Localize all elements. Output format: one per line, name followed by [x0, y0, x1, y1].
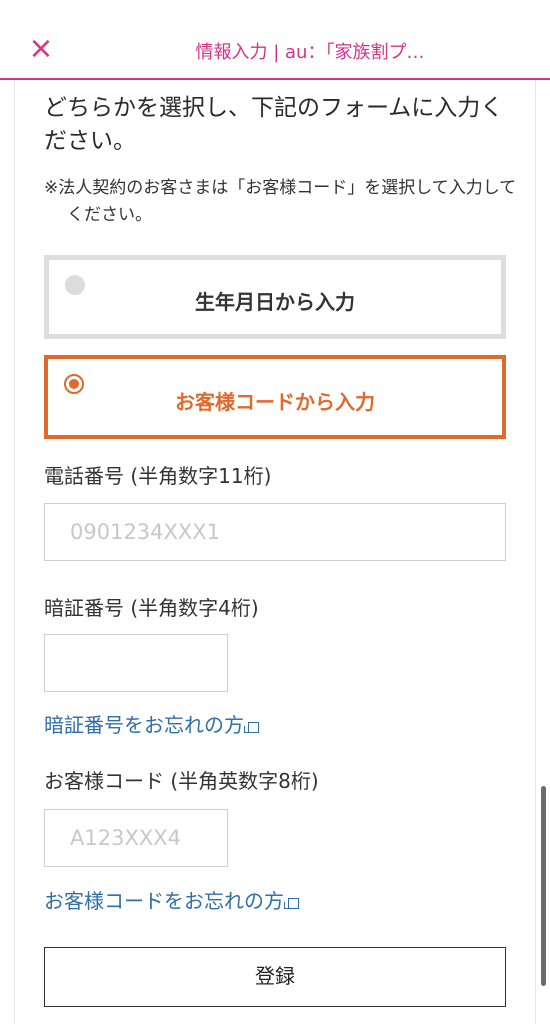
header-bar: × 情報入力 | au：「家族割プ…: [0, 0, 550, 80]
pin-input[interactable]: [44, 634, 228, 692]
forgot-pin-link-text[interactable]: 暗証番号をお忘れの方: [44, 713, 244, 737]
option-birthdate[interactable]: 生年月日から入力: [44, 255, 506, 339]
external-link-icon: [284, 898, 299, 909]
option-customer-code[interactable]: お客様コードから入力: [44, 355, 506, 439]
pin-label: 暗証番号 (半角数字4桁): [44, 596, 259, 620]
phone-input[interactable]: [44, 503, 506, 561]
page-title: 情報入力 | au：「家族割プ…: [195, 42, 425, 63]
external-link-icon: [244, 722, 259, 733]
close-icon[interactable]: ×: [26, 34, 56, 64]
option-birthdate-label: 生年月日から入力: [195, 290, 355, 314]
option-customer-code-label: お客様コードから入力: [175, 390, 375, 414]
forgot-customer-code-link[interactable]: お客様コードをお忘れの方: [44, 885, 299, 914]
customer-code-input[interactable]: [44, 809, 228, 867]
forgot-customer-code-link-text[interactable]: お客様コードをお忘れの方: [44, 889, 284, 913]
customer-code-label: お客様コード (半角英数字8桁): [44, 769, 319, 793]
phone-label: 電話番号 (半角数字11桁): [44, 464, 272, 488]
corporate-note: ※法人契約のお客さまは「お客様コード」を選択して入力してください。: [44, 178, 517, 225]
instruction-text: どちらかを選択し、下記のフォームに入力ください。: [44, 95, 504, 154]
forgot-pin-link[interactable]: 暗証番号をお忘れの方: [44, 709, 259, 738]
scrollbar[interactable]: [541, 786, 546, 986]
register-button[interactable]: 登録: [44, 947, 506, 1007]
